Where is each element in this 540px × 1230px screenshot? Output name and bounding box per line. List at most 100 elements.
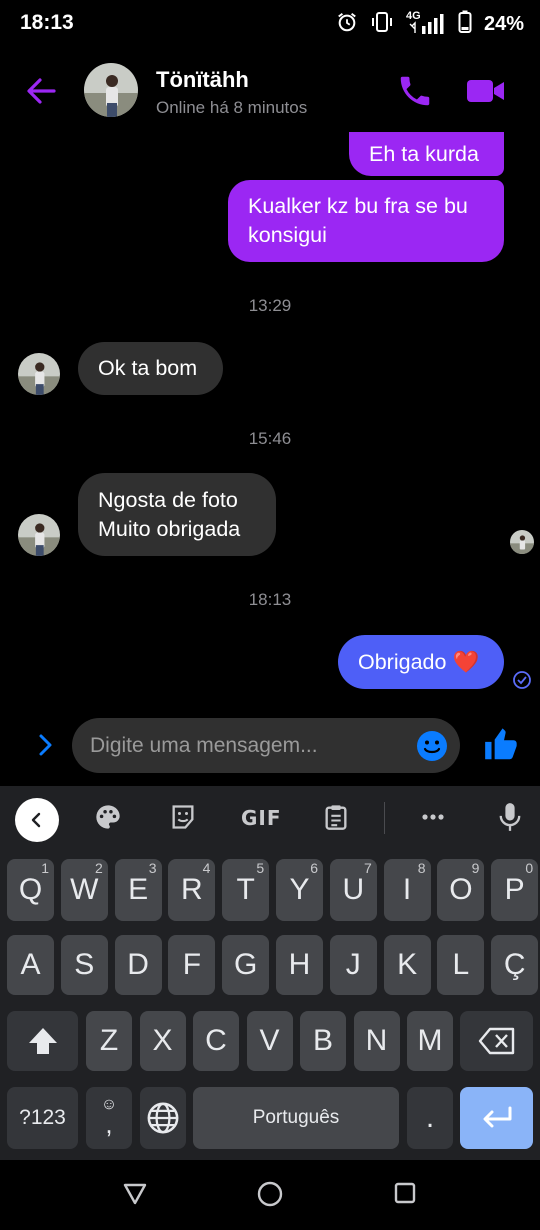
microphone-icon bbox=[499, 803, 521, 831]
key-f[interactable]: F bbox=[168, 935, 216, 995]
message-text-line: Ngosta de foto bbox=[98, 487, 238, 512]
key-label: U bbox=[342, 873, 365, 906]
key-d[interactable]: D bbox=[114, 935, 162, 995]
key-label: I bbox=[402, 873, 412, 906]
key-c[interactable]: C bbox=[193, 1011, 239, 1071]
key-hint: 5 bbox=[256, 860, 265, 876]
key-y[interactable]: Y6 bbox=[276, 859, 323, 921]
backspace-icon bbox=[478, 1027, 514, 1055]
key-s[interactable]: S bbox=[60, 935, 108, 995]
timestamp: 18:13 bbox=[248, 590, 292, 609]
nav-home-button[interactable] bbox=[256, 1180, 286, 1210]
key-n[interactable]: N bbox=[353, 1011, 400, 1071]
key-ç[interactable]: Ç bbox=[491, 935, 539, 995]
key-x[interactable]: X bbox=[139, 1011, 186, 1071]
chevron-left-icon bbox=[31, 812, 41, 828]
period-key[interactable]: . bbox=[407, 1087, 453, 1149]
theme-button[interactable] bbox=[93, 802, 123, 832]
key-e[interactable]: E3 bbox=[114, 859, 162, 921]
enter-icon bbox=[483, 1106, 511, 1128]
sticker-button[interactable] bbox=[168, 802, 198, 832]
signal-icon: 4G bbox=[406, 10, 446, 36]
key-l[interactable]: L bbox=[437, 935, 485, 995]
key-a[interactable]: A bbox=[7, 935, 54, 995]
gif-button[interactable]: GIF bbox=[241, 806, 282, 830]
message-text-line: Kualker kz bu fra se bu bbox=[248, 194, 468, 218]
key-i[interactable]: I8 bbox=[383, 859, 431, 921]
key-u[interactable]: U7 bbox=[329, 859, 377, 921]
message-incoming[interactable]: Ngosta de foto Muito obrigada bbox=[78, 473, 276, 556]
keyboard-collapse-button[interactable] bbox=[15, 798, 59, 842]
triangle-back-icon bbox=[123, 1183, 147, 1205]
comma-key[interactable]: ☺ , bbox=[86, 1087, 132, 1149]
key-hint: 0 bbox=[525, 860, 534, 876]
key-label: T bbox=[236, 873, 255, 906]
key-q[interactable]: Q1 bbox=[7, 859, 54, 921]
message-input[interactable] bbox=[90, 718, 410, 773]
clipboard-button[interactable] bbox=[321, 802, 351, 832]
key-t[interactable]: T5 bbox=[222, 859, 270, 921]
key-h[interactable]: H bbox=[276, 935, 323, 995]
chat-header: Tönïtähh Online há 8 minutos bbox=[0, 48, 540, 132]
key-hint: 3 bbox=[148, 860, 157, 876]
key-label: O bbox=[449, 873, 473, 906]
toolbar-divider bbox=[384, 802, 385, 834]
emoji-button[interactable] bbox=[416, 730, 448, 762]
key-label: W bbox=[70, 873, 99, 906]
nav-recents-button[interactable] bbox=[392, 1180, 422, 1210]
message-outgoing[interactable]: Eh ta kurda bbox=[349, 132, 504, 176]
status-bar: 18:13 4G 24% bbox=[0, 0, 540, 48]
back-button[interactable] bbox=[24, 74, 58, 108]
message-outgoing[interactable]: Obrigado ❤️ bbox=[338, 635, 504, 689]
voice-call-button[interactable] bbox=[396, 72, 434, 110]
sender-avatar[interactable] bbox=[18, 353, 60, 395]
key-m[interactable]: M bbox=[407, 1011, 453, 1071]
key-label: Q bbox=[18, 873, 43, 906]
system-nav-bar bbox=[0, 1160, 540, 1230]
seen-avatar bbox=[510, 530, 534, 554]
voice-input-button[interactable] bbox=[495, 802, 525, 832]
language-key[interactable] bbox=[140, 1087, 186, 1149]
video-call-button[interactable] bbox=[466, 76, 506, 106]
more-button[interactable] bbox=[418, 802, 448, 832]
backspace-key[interactable] bbox=[460, 1011, 533, 1071]
message-composer bbox=[72, 718, 460, 773]
shift-key[interactable] bbox=[7, 1011, 78, 1071]
space-key[interactable]: Português bbox=[193, 1087, 399, 1149]
key-w[interactable]: W2 bbox=[60, 859, 108, 921]
status-time: 18:13 bbox=[20, 11, 74, 34]
message-text: Eh ta kurda bbox=[369, 141, 479, 166]
arrow-left-icon bbox=[27, 78, 56, 104]
key-r[interactable]: R4 bbox=[168, 859, 216, 921]
key-hint: 1 bbox=[41, 860, 49, 876]
video-camera-icon bbox=[467, 80, 504, 102]
key-hint: 4 bbox=[202, 860, 211, 876]
contact-name[interactable]: Tönïtähh bbox=[156, 67, 249, 93]
status-icons: 4G 24% bbox=[336, 10, 524, 38]
nav-back-button[interactable] bbox=[121, 1180, 151, 1210]
key-g[interactable]: G bbox=[222, 935, 270, 995]
more-icon bbox=[422, 814, 444, 820]
symbols-key[interactable]: ?123 bbox=[7, 1087, 78, 1149]
key-j[interactable]: J bbox=[329, 935, 377, 995]
key-hint: 7 bbox=[364, 860, 372, 876]
key-o[interactable]: O9 bbox=[437, 859, 485, 921]
message-outgoing[interactable]: Kualker kz bu fra se bu konsigui bbox=[228, 180, 504, 262]
key-k[interactable]: K bbox=[383, 935, 431, 995]
timestamp: 13:29 bbox=[248, 296, 292, 315]
key-z[interactable]: Z bbox=[86, 1011, 132, 1071]
like-button[interactable] bbox=[482, 726, 520, 764]
circle-home-icon bbox=[257, 1181, 283, 1207]
message-incoming[interactable]: Ok ta bom bbox=[78, 342, 223, 395]
sender-avatar[interactable] bbox=[18, 514, 60, 556]
key-v[interactable]: V bbox=[246, 1011, 293, 1071]
expand-actions-button[interactable] bbox=[32, 732, 58, 758]
key-label: P bbox=[504, 873, 525, 906]
phone-icon bbox=[400, 76, 430, 106]
enter-key[interactable] bbox=[460, 1087, 533, 1149]
key-b[interactable]: B bbox=[300, 1011, 346, 1071]
contact-avatar[interactable] bbox=[84, 63, 138, 117]
key-hint: 6 bbox=[310, 860, 318, 876]
battery-percent: 24% bbox=[483, 12, 524, 35]
key-p[interactable]: P0 bbox=[491, 859, 539, 921]
